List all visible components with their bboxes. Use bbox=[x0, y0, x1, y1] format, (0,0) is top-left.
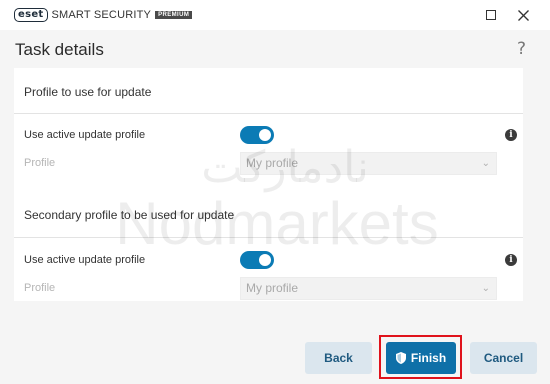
close-icon bbox=[517, 9, 529, 21]
profile-select[interactable]: My profile ⌄ bbox=[240, 152, 497, 175]
maximize-button[interactable] bbox=[482, 6, 500, 24]
profile-select-value: My profile bbox=[246, 281, 299, 295]
divider bbox=[14, 113, 523, 114]
profile-label: Profile bbox=[24, 157, 56, 169]
section-title-secondary: Secondary profile to be used for update bbox=[24, 208, 235, 222]
product-name: SMART SECURITY bbox=[51, 9, 152, 21]
finish-highlight-box bbox=[379, 335, 462, 379]
back-button[interactable]: Back bbox=[305, 342, 372, 374]
use-active-profile-toggle[interactable] bbox=[240, 126, 274, 144]
frame-right bbox=[523, 68, 550, 301]
chevron-down-icon: ⌄ bbox=[481, 158, 490, 169]
page-header: Task details ? bbox=[0, 30, 550, 68]
close-button[interactable] bbox=[514, 6, 532, 24]
toggle-knob bbox=[259, 129, 271, 141]
chevron-down-icon: ⌄ bbox=[481, 283, 490, 294]
page-title: Task details bbox=[15, 40, 104, 59]
section-title-primary: Profile to use for update bbox=[24, 85, 152, 99]
profile-select-value: My profile bbox=[246, 156, 299, 170]
footer-bar bbox=[0, 301, 550, 384]
edition-badge: PREMIUM bbox=[155, 11, 193, 19]
info-icon[interactable]: i bbox=[505, 129, 517, 141]
use-active-profile-label: Use active update profile bbox=[24, 254, 146, 266]
frame-left bbox=[0, 68, 14, 301]
task-details-panel: Profile to use for update Use active upd… bbox=[14, 68, 523, 301]
eset-logo: eset bbox=[14, 8, 48, 22]
toggle-knob bbox=[259, 254, 271, 266]
profile-select[interactable]: My profile ⌄ bbox=[240, 277, 497, 300]
app-logo: eset SMART SECURITY PREMIUM bbox=[14, 8, 193, 22]
divider bbox=[14, 237, 523, 238]
maximize-icon bbox=[486, 10, 496, 20]
info-icon[interactable]: i bbox=[505, 254, 517, 266]
use-active-profile-label: Use active update profile bbox=[24, 129, 146, 141]
help-icon[interactable]: ? bbox=[517, 39, 526, 59]
use-active-profile-toggle[interactable] bbox=[240, 251, 274, 269]
cancel-button[interactable]: Cancel bbox=[470, 342, 537, 374]
title-bar: eset SMART SECURITY PREMIUM bbox=[0, 0, 550, 30]
profile-label: Profile bbox=[24, 282, 56, 294]
